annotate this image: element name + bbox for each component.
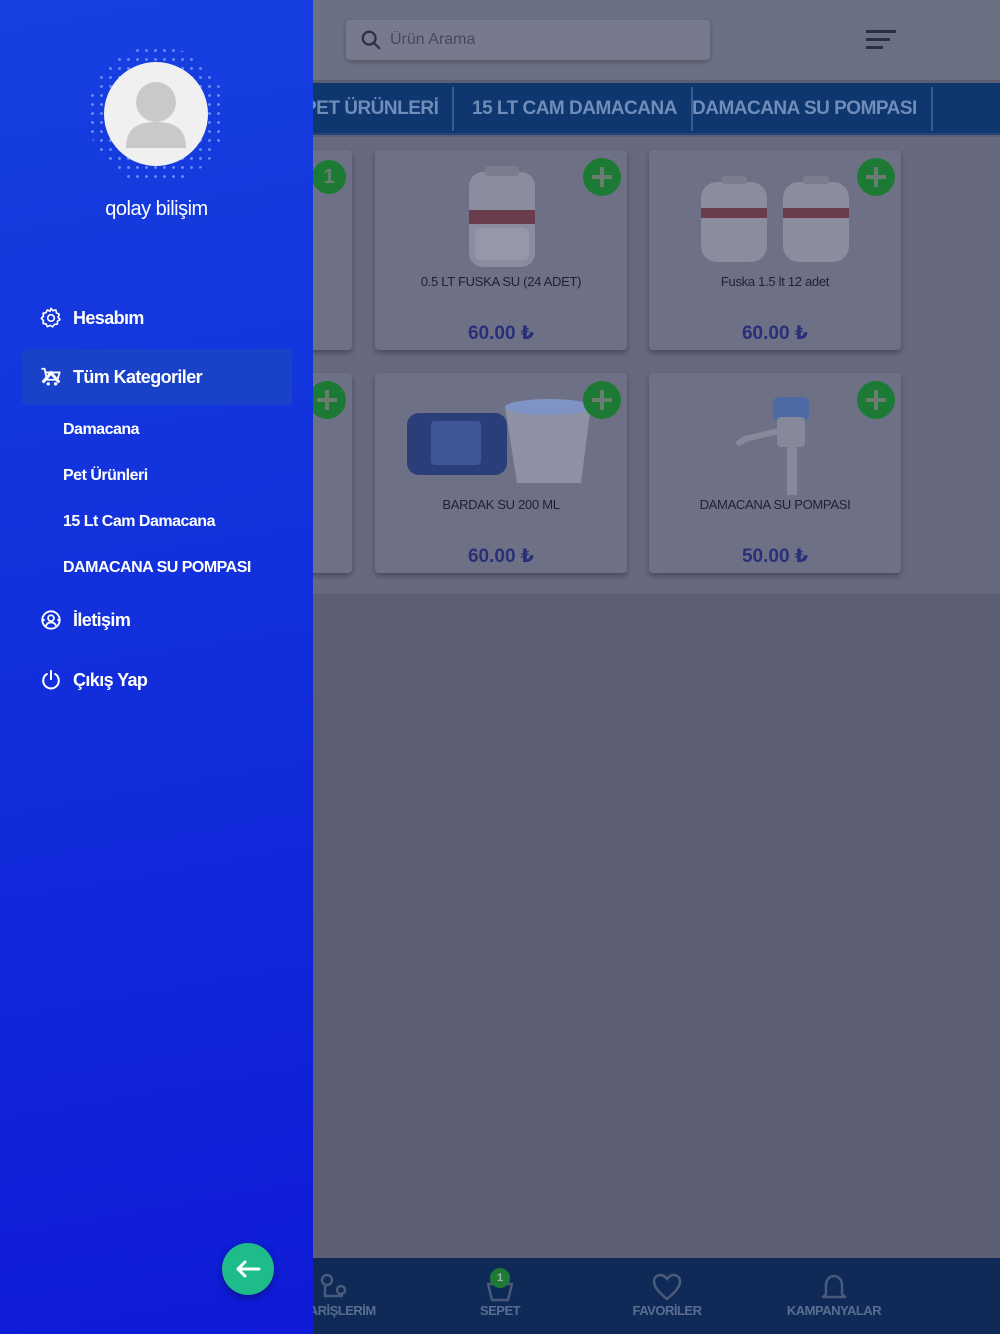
search-input[interactable]	[390, 20, 690, 60]
menu-all-categories[interactable]: Tüm Kategoriler	[22, 349, 292, 405]
nav-favorites-label: FAVORİLER	[632, 1303, 702, 1318]
power-icon	[42, 669, 60, 690]
nav-campaigns-label: KAMPANYALAR	[786, 1303, 882, 1318]
chevron-up-icon[interactable]	[40, 366, 62, 388]
menu-contact-label: İletişim	[73, 610, 131, 630]
username: qolay bilişim	[105, 198, 208, 220]
search-icon	[361, 30, 381, 50]
nav-cart-label: SEPET	[479, 1303, 521, 1318]
gear-icon	[40, 307, 61, 328]
product-name: DAMACANA SU POMPASI	[699, 497, 851, 512]
product-price: 60.00 ₺	[741, 323, 809, 344]
heart-icon	[652, 1273, 682, 1301]
product-name: 0.5 LT FUSKA SU (24 ADET)	[420, 274, 582, 289]
avatar[interactable]	[104, 62, 208, 166]
quantity-badge: 1	[312, 160, 346, 194]
menu-icon[interactable]	[862, 24, 900, 56]
menu-contact[interactable]: İletişim	[22, 592, 292, 648]
bell-icon	[821, 1274, 847, 1299]
sub-category-damacana[interactable]: Damacana	[63, 421, 140, 439]
sub-category-damacana-su-pompasi[interactable]: DAMACANA SU POMPASI	[63, 559, 251, 577]
side-drawer: qolay bilişim Hesabım Tüm Kategoriler Da…	[0, 0, 313, 1334]
add-to-cart-button[interactable]	[857, 158, 895, 196]
add-to-cart-button[interactable]	[583, 158, 621, 196]
product-card[interactable]: BARDAK SU 200 ML 60.00 ₺	[375, 373, 627, 573]
menu-account[interactable]: Hesabım	[22, 290, 292, 346]
product-name: BARDAK SU 200 ML	[442, 497, 560, 512]
tab-damacana-su-pompasi[interactable]: DAMACANA SU POMPASI	[678, 87, 933, 131]
menu-all-categories-label: Tüm Kategoriler	[73, 367, 203, 387]
add-to-cart-button[interactable]	[308, 381, 346, 419]
product-price: 60.00 ₺	[467, 323, 535, 344]
product-price: 50.00 ₺	[741, 546, 809, 567]
add-to-cart-button[interactable]	[583, 381, 621, 419]
nav-campaigns[interactable]: KAMPANYALAR	[754, 1258, 914, 1334]
product-card[interactable]: Fuska 1.5 lt 12 adet 60.00 ₺	[649, 150, 901, 350]
search-box[interactable]	[346, 20, 710, 60]
product-card[interactable]: 0.5 LT FUSKA SU (24 ADET) 60.00 ₺	[375, 150, 627, 350]
menu-logout[interactable]: Çıkış Yap	[22, 652, 292, 708]
nav-favorites[interactable]: FAVORİLER	[587, 1258, 747, 1334]
menu-account-label: Hesabım	[73, 308, 144, 328]
close-drawer-button[interactable]	[222, 1243, 274, 1295]
cart-count-badge: 1	[490, 1268, 510, 1288]
arrow-left-icon	[236, 1260, 261, 1278]
add-to-cart-button[interactable]	[857, 381, 895, 419]
product-price: 60.00 ₺	[467, 546, 535, 567]
product-card[interactable]: DAMACANA SU POMPASI 50.00 ₺	[649, 373, 901, 573]
user-icon	[126, 82, 186, 148]
sub-category-pet-urunleri[interactable]: Pet Ürünleri	[63, 467, 148, 485]
tab-15-lt-cam-damacana[interactable]: 15 LT CAM DAMACANA	[458, 87, 693, 131]
menu-logout-label: Çıkış Yap	[73, 670, 148, 690]
tab-pet-urunleri[interactable]: PET ÜRÜNLERİ	[290, 87, 455, 131]
support-icon	[41, 610, 61, 630]
orders-icon	[320, 1273, 347, 1298]
product-name: Fuska 1.5 lt 12 adet	[720, 274, 830, 289]
sub-category-15-lt-cam-damacana[interactable]: 15 Lt Cam Damacana	[63, 513, 215, 531]
